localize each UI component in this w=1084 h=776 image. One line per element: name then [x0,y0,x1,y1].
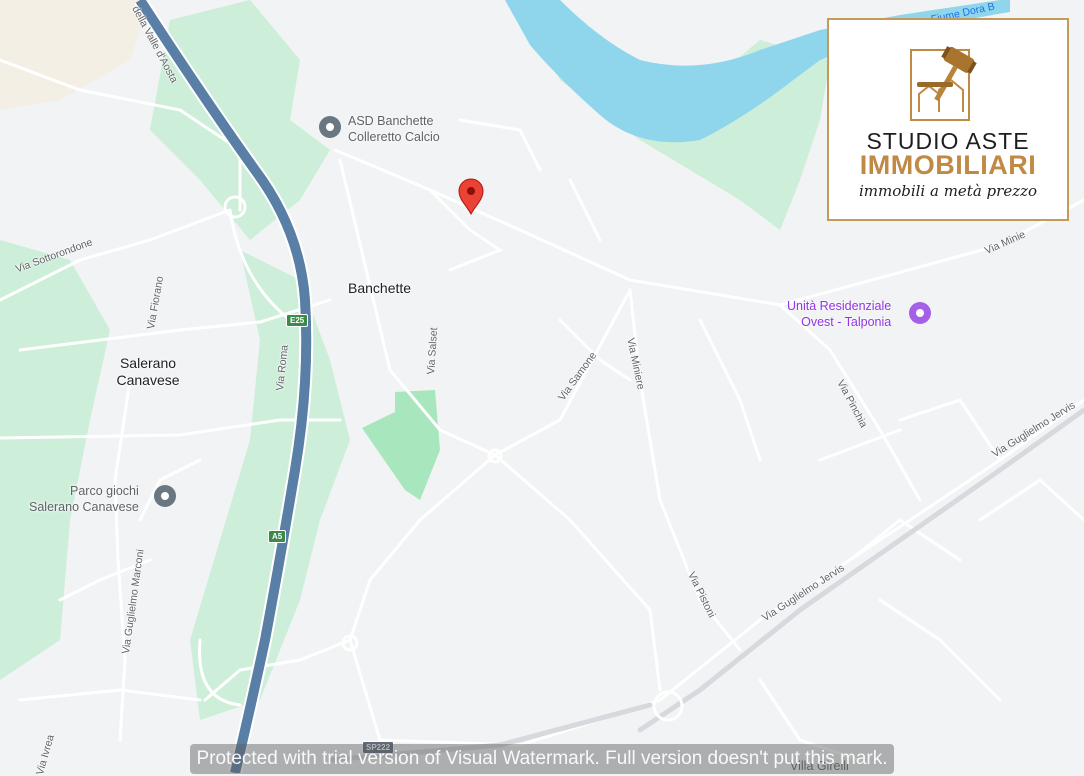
place-label-line: Canavese [116,372,180,388]
poi-label-unita-residenziale[interactable]: Unità Residenziale Ovest - Talponia [787,298,891,330]
place-dot-icon[interactable] [154,485,176,507]
poi-label-line: Colleretto Calcio [348,130,440,144]
place-label-banchette: Banchette [348,280,412,296]
studio-aste-logo: STUDIO ASTE IMMOBILIARI immobili a metà … [827,18,1069,221]
gavel-icon [910,46,977,121]
poi-label-line: ASD Banchette [348,114,434,128]
poi-label-line: Unità Residenziale [787,299,892,313]
logo-tagline: immobili a metà prezzo [858,182,1038,200]
place-label-salerano: Salerano Canavese [112,355,184,389]
poi-label-asd-banchette[interactable]: ASD Banchette Colleretto Calcio [348,113,440,145]
road-shield-a5: A5 [268,530,287,543]
lodging-icon[interactable] [909,302,931,324]
poi-label-line: Salerano Canavese [29,500,139,514]
watermark-banner: Protected with trial version of Visual W… [190,744,894,774]
place-label-line: Salerano [119,355,177,371]
poi-label-parco-giochi[interactable]: Parco giochi Salerano Canavese [29,483,139,515]
poi-label-line: Parco giochi [70,484,139,498]
logo-line-2: IMMOBILIARI [859,150,1037,180]
poi-label-line: Ovest - Talponia [801,315,892,329]
road-shield-e25: E25 [286,314,309,327]
place-dot-icon[interactable] [319,116,341,138]
